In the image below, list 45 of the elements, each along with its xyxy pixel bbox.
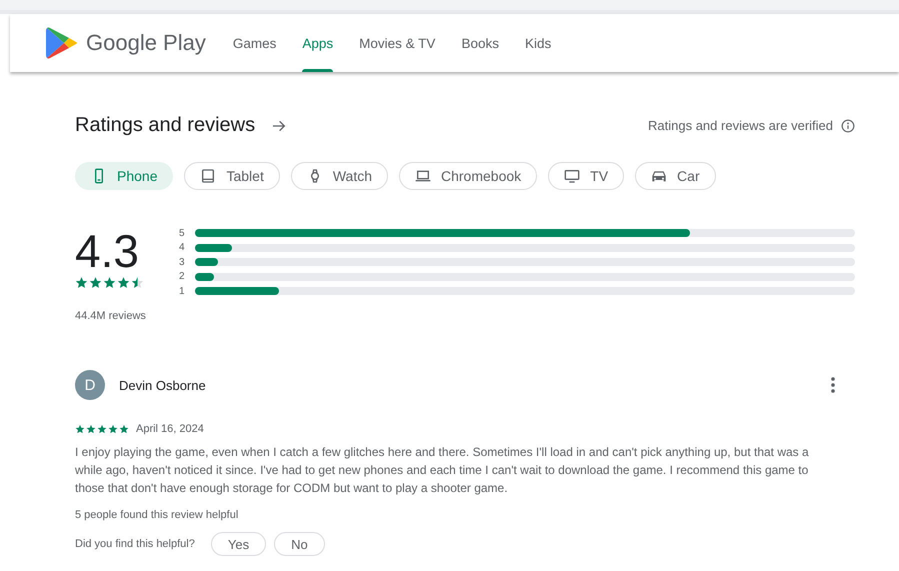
star-icon — [108, 424, 118, 434]
review-count: 44.4M reviews — [75, 310, 147, 322]
nav-tab[interactable]: Games — [220, 14, 290, 72]
star-icon — [75, 276, 88, 289]
nav-tab[interactable]: Kids — [512, 14, 564, 72]
review-date: April 16, 2024 — [136, 423, 204, 435]
star-icon — [117, 276, 130, 289]
info-icon[interactable] — [841, 118, 855, 132]
star-icon — [75, 424, 85, 434]
star-icon — [119, 424, 129, 434]
brand-name: Google Play — [86, 30, 206, 56]
star-icon — [86, 424, 96, 434]
star-icon — [103, 276, 116, 289]
star-icon — [97, 424, 107, 434]
device-chip[interactable]: Phone — [75, 162, 174, 190]
helpful-count: 5 people found this review helpful — [75, 509, 240, 521]
nav-tab[interactable]: Books — [448, 14, 512, 72]
laptop-icon — [415, 168, 431, 184]
vote-button[interactable]: Yes — [210, 532, 266, 556]
verified-note: Ratings and reviews are verified — [648, 118, 833, 133]
bar-label: 3 — [179, 256, 186, 268]
nav-tab[interactable]: Movies & TV — [346, 14, 448, 72]
play-logo-icon — [46, 26, 78, 60]
avatar: D — [75, 370, 105, 400]
bar-label: 1 — [179, 286, 186, 297]
bar-label: 5 — [179, 228, 186, 239]
star-icon — [89, 276, 102, 289]
helpful-question: Did you find this helpful? — [75, 538, 195, 550]
device-chip[interactable]: Car — [635, 162, 716, 190]
review-text: I enjoy playing the game, even when I catch a few glitches here and there. Sometimes I'll load in and can't pick anything up, but that was a while ago, haven't noticed it since. I've had to get new phones and each time I can't wait to download the game. I recommend this game to those that don't have enough storage for CODM but want to play a shooter game. — [75, 444, 810, 497]
bar-label: 4 — [179, 242, 186, 254]
rating-score: 4.3 — [75, 226, 140, 276]
tablet-icon — [200, 168, 216, 184]
bar-label: 2 — [179, 271, 186, 282]
more-icon[interactable] — [831, 377, 835, 393]
star-icon — [131, 276, 144, 289]
tv-icon — [564, 168, 580, 184]
reviewer-name: Devin Osborne — [119, 378, 206, 392]
device-chip[interactable]: Tablet — [184, 162, 280, 190]
device-chip[interactable]: TV — [548, 162, 624, 190]
device-chip[interactable]: Chromebook — [399, 162, 538, 190]
section-title: Ratings and reviews — [75, 114, 256, 137]
nav-tab[interactable]: Apps — [289, 14, 346, 72]
vote-button[interactable]: No — [274, 532, 325, 556]
device-chip[interactable]: Watch — [290, 162, 388, 190]
